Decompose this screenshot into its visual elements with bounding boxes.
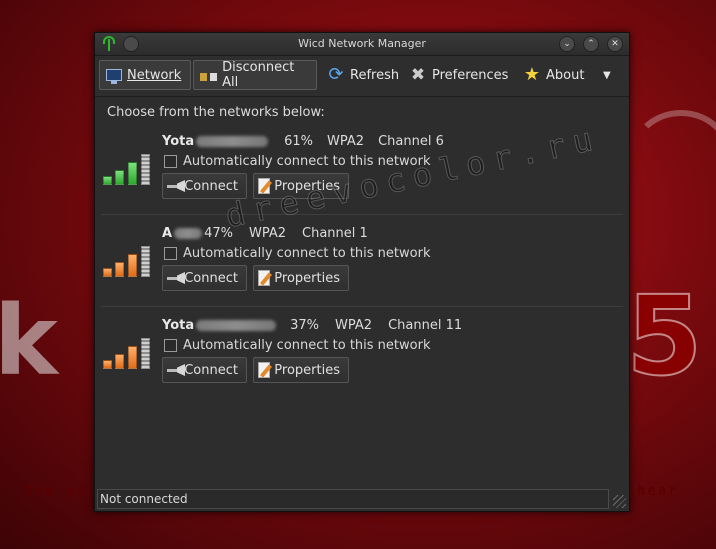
plug-icon	[200, 73, 218, 81]
network-list: Choose from the networks below: Yota 61%…	[95, 97, 629, 487]
tools-icon: ✖	[410, 65, 426, 85]
about-label: About	[546, 67, 585, 83]
wicd-window: Wicd Network Manager ⌄ ⌃ ✕ Network Disco…	[94, 32, 630, 512]
minimize-button[interactable]: ⌄	[559, 36, 575, 52]
properties-button[interactable]: Properties	[253, 357, 349, 383]
network-channel: Channel 1	[302, 226, 368, 241]
redacted-ssid	[196, 136, 269, 147]
auto-connect-checkbox[interactable]: Automatically connect to this network	[164, 246, 430, 261]
network-channel: Channel 11	[388, 318, 463, 333]
wallpaper-tagline-right: hear	[637, 483, 679, 499]
about-button[interactable]: ★ About	[517, 60, 590, 90]
network-info: Yota 37% WPA2 Channel 11	[162, 318, 462, 333]
edit-icon	[258, 362, 271, 378]
checkbox-box[interactable]	[164, 339, 177, 352]
properties-button[interactable]: Properties	[253, 173, 349, 199]
refresh-label: Refresh	[350, 67, 400, 83]
disconnect-all-label: Disconnect All	[222, 60, 295, 90]
network-ssid: Yota	[162, 134, 195, 149]
edit-icon	[258, 270, 271, 286]
properties-label: Properties	[274, 362, 340, 378]
network-channel: Channel 6	[378, 134, 444, 149]
window-title: Wicd Network Manager	[298, 37, 426, 50]
connect-label: Connect	[184, 362, 238, 378]
auto-connect-label: Automatically connect to this network	[183, 246, 431, 261]
network-list-prompt: Choose from the networks below:	[107, 105, 325, 120]
properties-button[interactable]: Properties	[253, 265, 349, 291]
network-encryption: WPA2	[248, 226, 286, 241]
network-info: Yota 61% WPA2 Channel 6	[162, 134, 444, 149]
network-entry: Yota 37% WPA2 Channel 11 Automatically c…	[95, 317, 629, 409]
divider	[101, 214, 623, 215]
auto-connect-checkbox[interactable]: Automatically connect to this network	[164, 338, 430, 353]
checkbox-box[interactable]	[164, 155, 177, 168]
star-icon: ★	[523, 64, 541, 85]
refresh-icon: ⟳	[328, 64, 344, 85]
wallpaper-tagline-left: the qu	[24, 483, 87, 499]
network-entry: A 47% WPA2 Channel 1 Automatically conne…	[95, 225, 629, 317]
network-button[interactable]: Network	[99, 60, 191, 90]
connect-button[interactable]: Connect	[162, 357, 247, 383]
network-ssid: A	[162, 226, 173, 241]
redacted-ssid	[174, 228, 203, 239]
toolbar-overflow-button[interactable]: ▼	[597, 60, 617, 90]
network-info: A 47% WPA2 Channel 1	[162, 226, 368, 241]
redacted-ssid	[196, 320, 277, 331]
auto-connect-label: Automatically connect to this network	[183, 154, 431, 169]
wallpaper-logo-right: 5	[625, 271, 704, 401]
preferences-label: Preferences	[432, 67, 509, 83]
network-strength: 47%	[204, 226, 233, 241]
connect-button[interactable]: Connect	[162, 173, 247, 199]
network-ssid: Yota	[162, 318, 195, 333]
network-encryption: WPA2	[327, 134, 365, 149]
disconnect-all-button[interactable]: Disconnect All	[193, 60, 317, 90]
auto-connect-label: Automatically connect to this network	[183, 338, 431, 353]
preferences-button[interactable]: ✖ Preferences	[403, 60, 514, 90]
plug-icon	[167, 364, 180, 376]
network-strength: 37%	[290, 318, 320, 333]
properties-label: Properties	[274, 270, 340, 286]
plug-icon	[167, 272, 180, 284]
connect-label: Connect	[184, 178, 238, 194]
plug-icon	[167, 180, 180, 192]
status-bar: Not connected	[97, 489, 609, 509]
maximize-button[interactable]: ⌃	[583, 36, 599, 52]
title-bar[interactable]: Wicd Network Manager ⌄ ⌃ ✕	[95, 33, 629, 56]
network-icon	[106, 69, 122, 84]
wallpaper-swirl	[630, 110, 716, 202]
network-label: Network	[127, 67, 182, 83]
toolbar: Network Disconnect All ⟳ Refresh ✖ Prefe…	[95, 56, 629, 97]
signal-strength-icon	[103, 245, 155, 277]
signal-strength-icon	[103, 337, 155, 369]
resize-grip[interactable]	[613, 495, 626, 508]
edit-icon	[258, 178, 271, 194]
properties-label: Properties	[274, 178, 340, 194]
refresh-button[interactable]: ⟳ Refresh	[321, 60, 405, 90]
connect-label: Connect	[184, 270, 238, 286]
signal-strength-icon	[103, 153, 155, 185]
network-entry: Yota 61% WPA2 Channel 6 Automatically co…	[95, 133, 629, 225]
checkbox-box[interactable]	[164, 247, 177, 260]
network-encryption: WPA2	[335, 318, 373, 333]
divider	[101, 306, 623, 307]
auto-connect-checkbox[interactable]: Automatically connect to this network	[164, 154, 430, 169]
network-strength: 61%	[284, 134, 314, 149]
close-button[interactable]: ✕	[607, 36, 623, 52]
connect-button[interactable]: Connect	[162, 265, 247, 291]
